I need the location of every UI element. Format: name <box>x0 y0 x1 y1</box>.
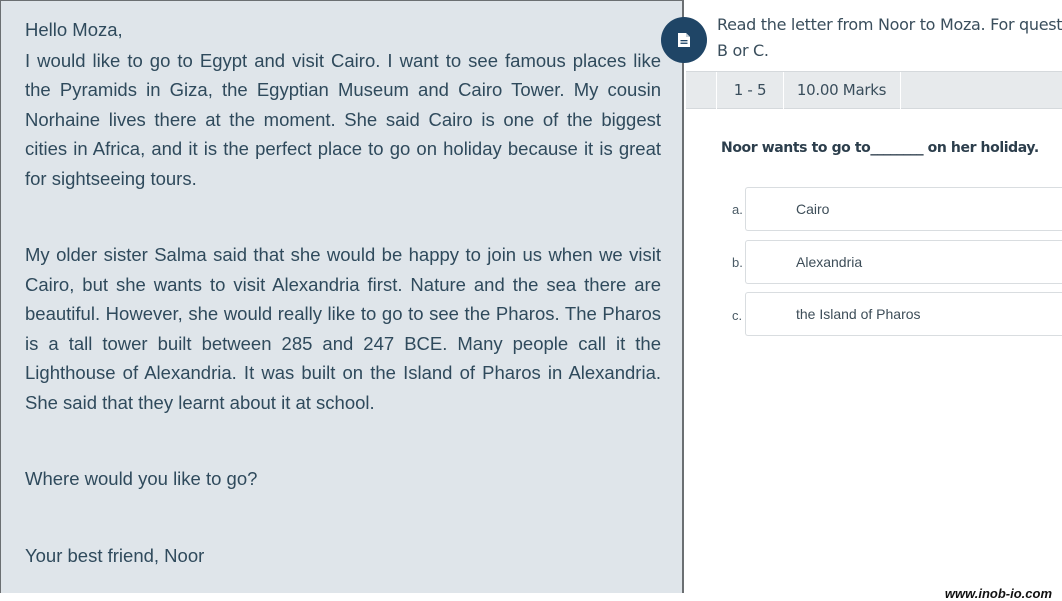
document-toggle-button[interactable] <box>661 17 707 63</box>
question-info-bar: 1 - 5 10.00 Marks <box>686 71 1062 109</box>
option-a-text: Cairo <box>796 201 830 217</box>
bottom-strip <box>0 593 1062 601</box>
watermark: www.inob-io.com <box>942 586 1054 601</box>
option-letter-c: c. <box>732 308 743 323</box>
option-b[interactable]: Alexandria <box>745 240 1062 284</box>
option-c-text: the Island of Pharos <box>796 306 921 322</box>
option-c[interactable]: the Island of Pharos <box>745 292 1062 336</box>
option-a[interactable]: Cairo <box>745 187 1062 231</box>
letter-signoff: Your best friend, Noor <box>25 544 205 566</box>
option-b-text: Alexandria <box>796 254 863 270</box>
option-letter-b: b. <box>732 255 743 270</box>
letter-paragraph-2: My older sister Salma said that she woul… <box>25 244 661 413</box>
question-text: Noor wants to go to________ on her holid… <box>721 140 1039 156</box>
question-range: 1 - 5 <box>716 72 784 109</box>
letter-question-line: Where would you like to go? <box>25 468 258 489</box>
question-pane: Read the letter from Noor to Moza. For q… <box>686 0 1062 601</box>
letter-greeting: Hello Moza, <box>25 19 123 40</box>
instructions: Read the letter from Noor to Moza. For q… <box>717 12 1062 64</box>
instructions-line-2: B or C. <box>717 41 769 60</box>
document-icon <box>678 33 690 47</box>
instructions-line-1: Read the letter from Noor to Moza. For q… <box>717 15 1062 34</box>
letter-text: Hello Moza, I would like to go to Egypt … <box>25 15 661 570</box>
letter-paragraph-1: I would like to go to Egypt and visit Ca… <box>25 49 661 189</box>
letter-pane: Hello Moza, I would like to go to Egypt … <box>0 0 684 593</box>
question-marks: 10.00 Marks <box>783 72 901 109</box>
option-letter-a: a. <box>732 202 743 217</box>
